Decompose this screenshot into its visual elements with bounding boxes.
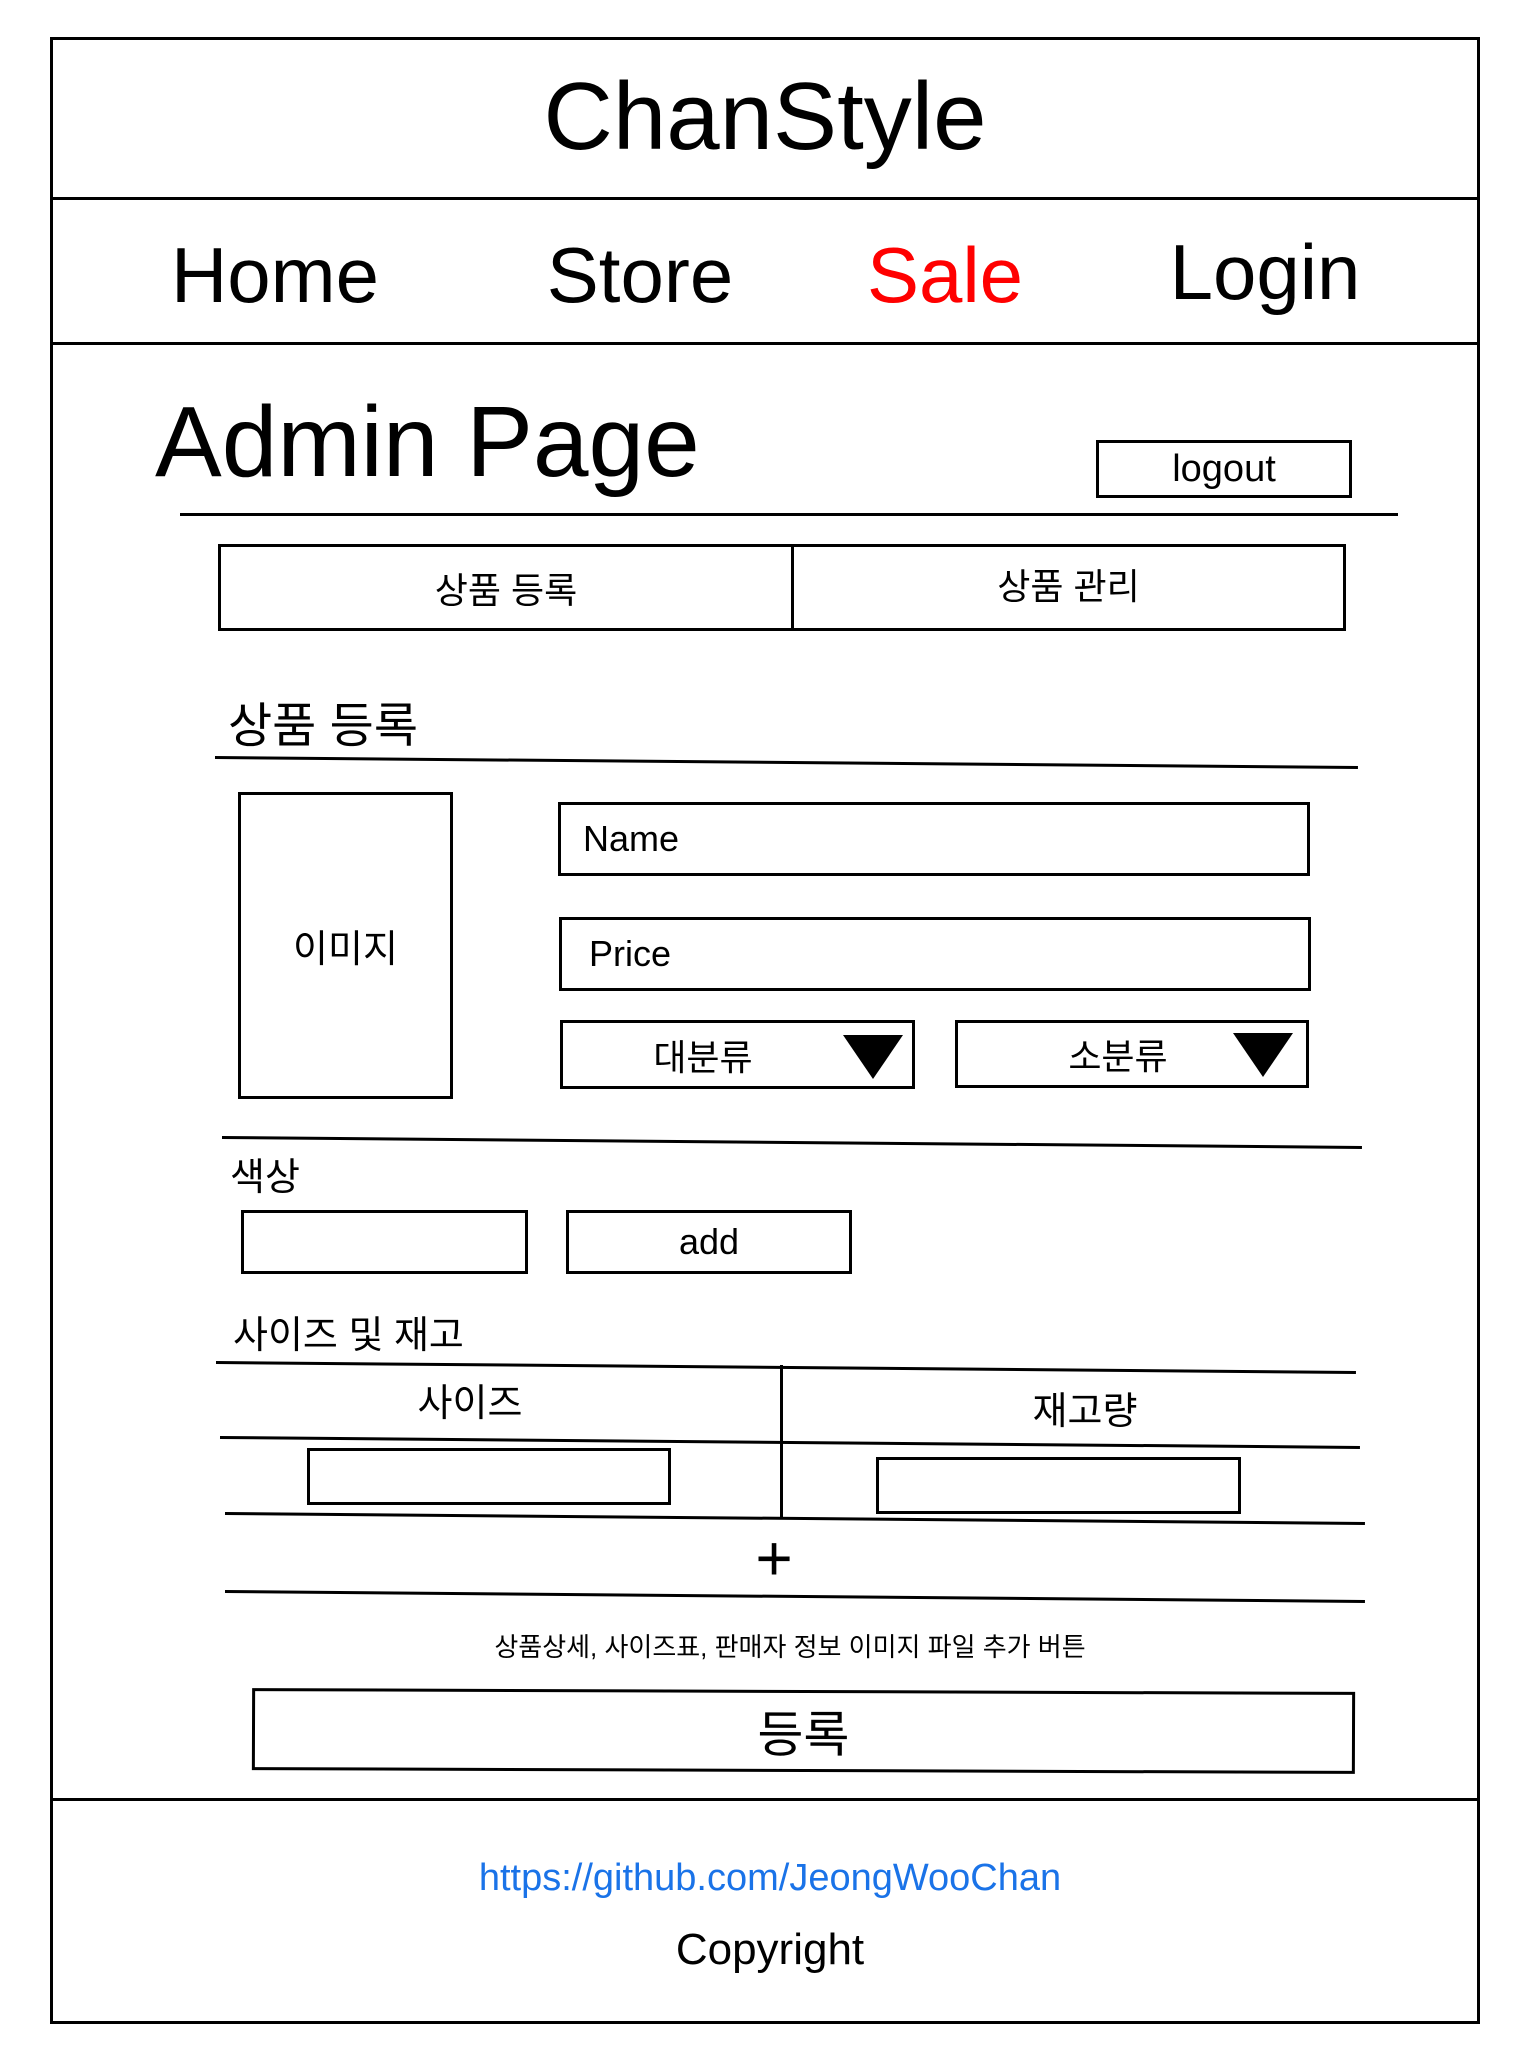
- major-category-select[interactable]: 대분류: [560, 1020, 915, 1089]
- color-label: 색상: [230, 1156, 300, 1199]
- add-color-button[interactable]: add: [566, 1210, 852, 1274]
- nav-store[interactable]: Store: [500, 225, 780, 325]
- title-underline: [180, 513, 1398, 516]
- copyright-text: Copyright: [675, 1925, 865, 1974]
- nav-home[interactable]: Home: [140, 225, 410, 325]
- tab-product-register[interactable]: 상품 등록: [221, 547, 791, 628]
- chevron-down-icon: [1233, 1033, 1293, 1077]
- stock-column-header: 재고량: [1032, 1390, 1138, 1433]
- nav-divider: [50, 342, 1480, 345]
- size-column-header: 사이즈: [417, 1382, 523, 1425]
- submit-button[interactable]: 등록: [251, 1688, 1356, 1774]
- brand-title[interactable]: ChanStyle: [50, 52, 1480, 182]
- nav-sale[interactable]: Sale: [850, 225, 1040, 325]
- attach-images-note[interactable]: 상품상세, 사이즈표, 판매자 정보 이미지 파일 추가 버튼: [470, 1622, 1110, 1668]
- price-input[interactable]: Price: [559, 917, 1311, 991]
- logout-button[interactable]: logout: [1096, 440, 1352, 498]
- name-input[interactable]: Name: [558, 802, 1310, 876]
- major-category-value: 대분류: [653, 1036, 753, 1078]
- stock-input[interactable]: [876, 1457, 1241, 1514]
- github-link[interactable]: https://github.com/JeongWooChan: [400, 1853, 1140, 1903]
- header-divider: [50, 197, 1480, 200]
- add-row-button[interactable]: +: [738, 1526, 810, 1590]
- minor-category-value: 소분류: [1068, 1036, 1168, 1077]
- footer-divider: [50, 1798, 1480, 1801]
- minor-category-select[interactable]: 소분류: [955, 1020, 1309, 1088]
- image-upload-box[interactable]: 이미지: [238, 792, 453, 1099]
- size-stock-label: 사이즈 및 재고: [233, 1314, 464, 1357]
- color-input[interactable]: [241, 1210, 528, 1274]
- tab-product-manage[interactable]: 상품 관리: [794, 547, 1343, 620]
- nav-login[interactable]: Login: [1160, 222, 1370, 322]
- section-title: 상품 등록: [228, 700, 418, 753]
- page-title: Admin Page: [155, 386, 700, 498]
- chevron-down-icon: [843, 1035, 903, 1079]
- size-input[interactable]: [307, 1448, 671, 1505]
